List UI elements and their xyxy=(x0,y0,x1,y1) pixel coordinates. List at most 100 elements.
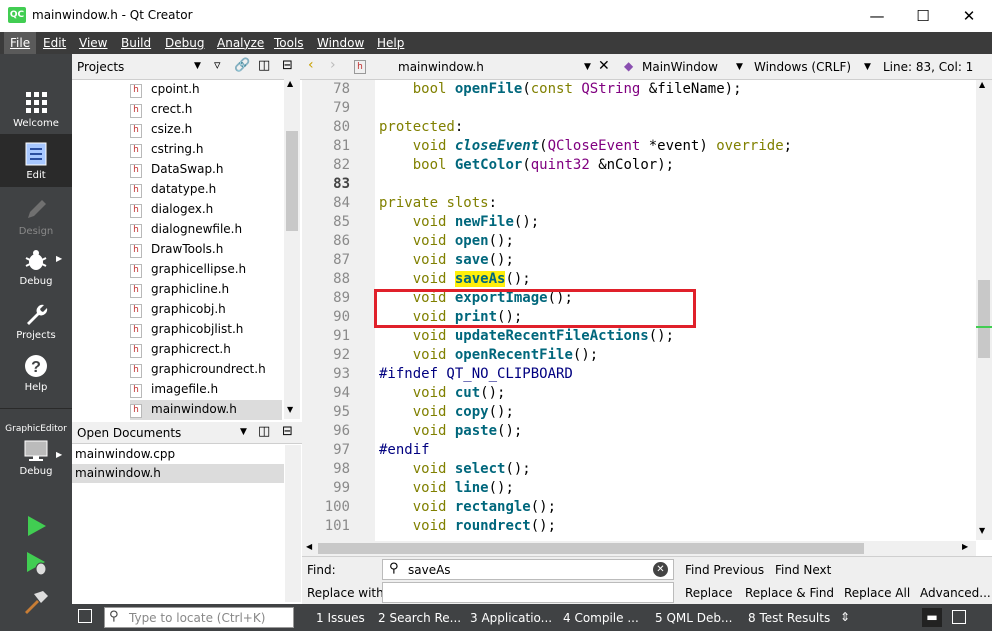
menu-analyze[interactable]: Analyze xyxy=(211,32,270,54)
open-document-item[interactable]: mainwindow.cpp xyxy=(72,445,284,464)
replace-all-button[interactable]: Replace All xyxy=(844,586,910,600)
project-tree-item[interactable]: h crect.h xyxy=(130,100,282,120)
split-icon[interactable]: ◫ xyxy=(258,424,270,439)
code-line[interactable]: void roundrect(); xyxy=(379,517,556,536)
code-line[interactable]: void paste(); xyxy=(379,422,523,441)
close-document-icon[interactable]: ✕ xyxy=(598,58,610,74)
menu-window[interactable]: Window xyxy=(311,32,370,54)
run-button[interactable] xyxy=(0,514,72,538)
code-editor[interactable]: 78 79 80 81 82 83 84 85 86 87 88 89 90 91 92 93 94 95 96 97… xyxy=(302,80,992,541)
filter-icon[interactable]: ▿ xyxy=(214,58,221,73)
mode-projects[interactable]: Projects xyxy=(0,302,72,341)
mode-edit[interactable]: Edit xyxy=(0,134,72,187)
chevron-down-icon[interactable]: ▼ xyxy=(736,62,743,72)
menu-file[interactable]: File xyxy=(4,32,37,54)
link-icon[interactable]: 🔗 xyxy=(234,58,250,73)
scroll-thumb[interactable] xyxy=(978,280,990,358)
mode-help[interactable]: ? Help xyxy=(0,354,72,393)
code-line[interactable]: void closeEvent(QCloseEvent *event) over… xyxy=(379,137,792,156)
tab-search-results[interactable]: 2 Search Re... xyxy=(378,611,461,625)
more-tabs-icon[interactable]: ⇕ xyxy=(840,610,850,624)
code-line[interactable]: void copy(); xyxy=(379,403,514,422)
find-input[interactable]: ⚲ saveAs ✕ xyxy=(382,559,674,580)
code-line[interactable]: void save(); xyxy=(379,251,514,270)
scroll-up-icon[interactable]: ▲ xyxy=(287,79,293,88)
toggle-sidebar-icon[interactable] xyxy=(78,609,92,623)
chevron-down-icon[interactable]: ▼ xyxy=(240,427,247,437)
code-line[interactable]: void cut(); xyxy=(379,384,506,403)
project-tree-item[interactable]: h DataSwap.h xyxy=(130,160,282,180)
code-line[interactable]: void rectangle(); xyxy=(379,498,556,517)
code-line[interactable]: protected: xyxy=(379,118,463,137)
code-line[interactable]: void open(); xyxy=(379,232,514,251)
find-previous-button[interactable]: Find Previous xyxy=(685,563,764,577)
project-tree-item[interactable]: h graphicobj.h xyxy=(130,300,282,320)
minimize-button[interactable]: — xyxy=(854,0,900,32)
close-panel-icon[interactable]: ⊟ xyxy=(282,424,293,439)
scroll-down-icon[interactable]: ▼ xyxy=(287,405,293,414)
mode-welcome[interactable]: Welcome xyxy=(0,90,72,129)
chevron-down-icon[interactable]: ▼ xyxy=(864,62,871,72)
editor-horizontal-scrollbar[interactable]: ◀ ▶ xyxy=(302,541,976,556)
project-tree-item[interactable]: h csize.h xyxy=(130,120,282,140)
tab-issues[interactable]: 1 Issues xyxy=(316,611,365,625)
open-documents-scrollbar[interactable] xyxy=(285,445,301,602)
code-line[interactable]: bool GetColor(quint32 &nColor); xyxy=(379,156,674,175)
line-endings-selector[interactable]: Windows (CRLF) xyxy=(754,60,851,74)
project-tree-item[interactable]: h cpoint.h xyxy=(130,80,282,100)
project-tree-item[interactable]: h imagefile.h xyxy=(130,380,282,400)
project-tree-item[interactable]: h datatype.h xyxy=(130,180,282,200)
project-tree-item[interactable]: h graphicline.h xyxy=(130,280,282,300)
menu-debug[interactable]: Debug xyxy=(159,32,210,54)
tab-compile-output[interactable]: 4 Compile ... xyxy=(563,611,639,625)
debug-run-button[interactable] xyxy=(0,550,72,576)
close-button[interactable]: ✕ xyxy=(946,0,992,32)
locator-input[interactable]: ⚲ Type to locate (Ctrl+K) xyxy=(104,607,294,628)
project-tree-item[interactable]: h cstring.h xyxy=(130,140,282,160)
scroll-down-icon[interactable]: ▼ xyxy=(979,526,985,535)
mode-design[interactable]: Design xyxy=(0,198,72,237)
code-line[interactable]: void updateRecentFileActions(); xyxy=(379,327,674,346)
code-line[interactable]: #ifndef QT_NO_CLIPBOARD xyxy=(379,365,573,384)
kit-selector[interactable]: GraphicEditor Debug ▶ xyxy=(0,424,72,477)
projects-scrollbar[interactable]: ▲ ▼ xyxy=(284,79,300,419)
build-button[interactable] xyxy=(0,590,72,614)
replace-find-button[interactable]: Replace & Find xyxy=(745,586,834,600)
code-line[interactable]: void newFile(); xyxy=(379,213,539,232)
code-line[interactable]: #endif xyxy=(379,441,430,460)
back-icon[interactable]: ‹ xyxy=(308,57,314,73)
close-panel-icon[interactable]: ⊟ xyxy=(282,58,293,73)
tab-application-output[interactable]: 3 Applicatio... xyxy=(470,611,552,625)
project-tree-item[interactable]: h DrawTools.h xyxy=(130,240,282,260)
menu-edit[interactable]: Edit xyxy=(37,32,72,54)
scroll-thumb[interactable] xyxy=(318,543,864,554)
clear-icon[interactable]: ✕ xyxy=(653,562,668,577)
project-tree-item[interactable]: h graphicobjlist.h xyxy=(130,320,282,340)
project-tree-item[interactable]: h graphicroundrect.h xyxy=(130,360,282,380)
tab-qml-debugger[interactable]: 5 QML Deb... xyxy=(655,611,732,625)
project-tree-item[interactable]: h dialognewfile.h xyxy=(130,220,282,240)
menu-help[interactable]: Help xyxy=(371,32,410,54)
toggle-right-sidebar-icon[interactable] xyxy=(952,610,966,624)
tab-test-results[interactable]: 8 Test Results xyxy=(748,611,830,625)
mode-debug[interactable]: Debug ▶ xyxy=(0,248,72,287)
chevron-down-icon[interactable]: ▼ xyxy=(584,62,591,72)
code-line[interactable]: void line(); xyxy=(379,479,514,498)
code-line[interactable]: void openRecentFile(); xyxy=(379,346,598,365)
code-line[interactable]: void select(); xyxy=(379,460,531,479)
cursor-position[interactable]: Line: 83, Col: 1 xyxy=(883,60,973,74)
split-icon[interactable]: ◫ xyxy=(258,58,270,73)
replace-input[interactable] xyxy=(382,582,674,603)
editor-vertical-scrollbar[interactable]: ▲ ▼ xyxy=(976,80,992,540)
menu-build[interactable]: Build xyxy=(115,32,157,54)
maximize-output-icon[interactable]: ▬ xyxy=(922,608,942,627)
code-line[interactable]: void saveAs(); xyxy=(379,270,531,289)
scroll-thumb[interactable] xyxy=(286,131,298,231)
menu-view[interactable]: View xyxy=(73,32,113,54)
symbol-selector[interactable]: MainWindow xyxy=(642,60,718,74)
scroll-left-icon[interactable]: ◀ xyxy=(306,542,312,551)
scroll-right-icon[interactable]: ▶ xyxy=(962,542,968,551)
project-tree-item[interactable]: h graphicrect.h xyxy=(130,340,282,360)
advanced-button[interactable]: Advanced... xyxy=(920,586,991,600)
forward-icon[interactable]: › xyxy=(330,57,336,73)
